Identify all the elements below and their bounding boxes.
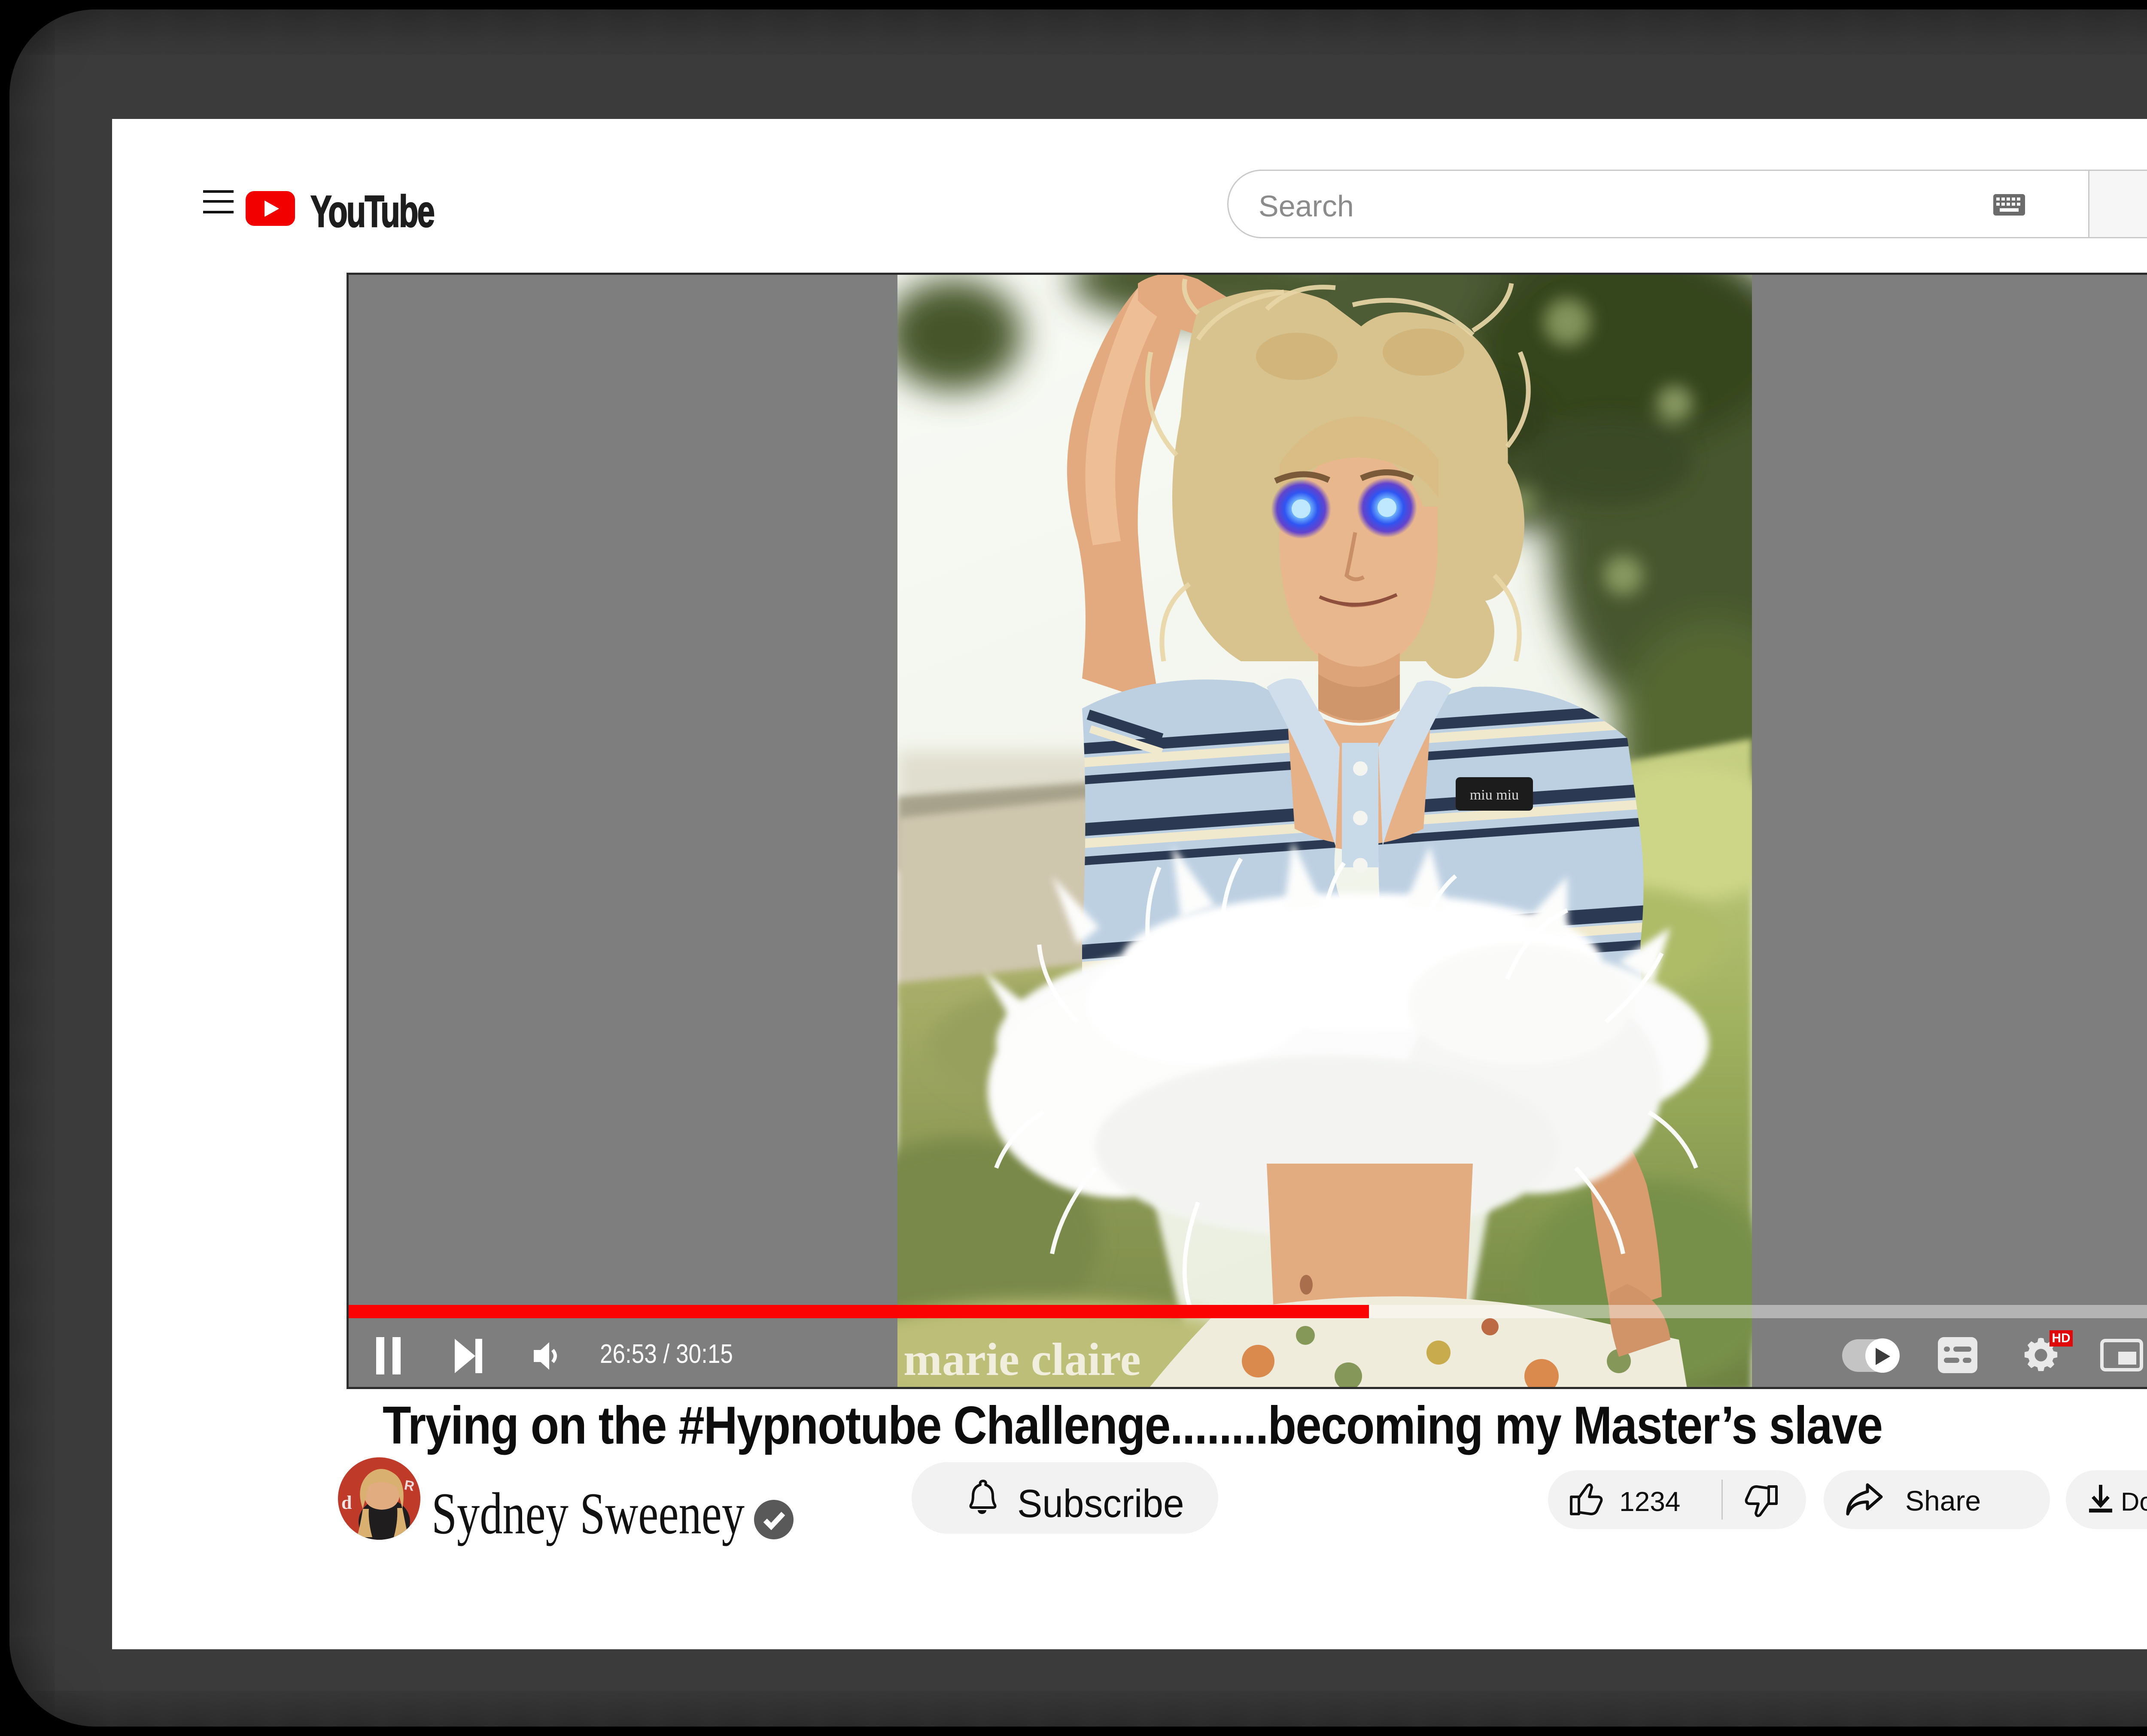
svg-text:d: d xyxy=(341,1492,352,1513)
svg-text:marie claire: marie claire xyxy=(903,1334,1141,1385)
svg-text:miu miu: miu miu xyxy=(1470,787,1519,803)
